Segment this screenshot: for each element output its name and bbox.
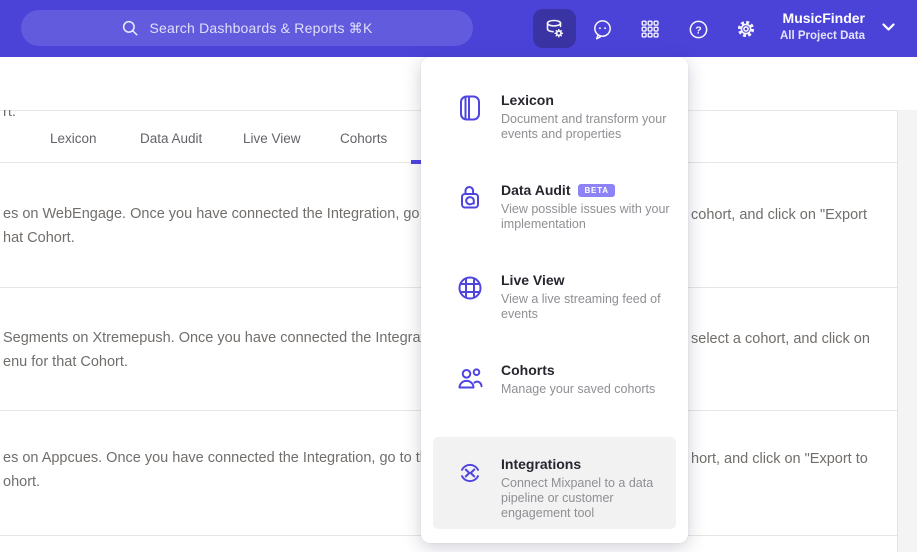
search-placeholder: Search Dashboards & Reports ⌘K	[149, 19, 373, 36]
menu-item-description: Connect Mixpanel to a data pipeline or c…	[501, 476, 654, 520]
scrollbar-gutter[interactable]	[897, 110, 917, 552]
menu-item-lexicon[interactable]: Lexicon Document and transform your even…	[421, 77, 688, 167]
menu-item-description: Manage your saved cohorts	[501, 382, 656, 396]
integration-row-text: hort, and click on "Export to	[691, 451, 868, 467]
menu-item-title: Lexicon	[501, 92, 554, 108]
menu-item-description: Document and transform your events and p…	[501, 112, 667, 141]
settings-button[interactable]	[728, 11, 764, 47]
navigation-dropdown-menu: Lexicon Document and transform your even…	[421, 57, 688, 543]
sync-arrows-icon	[461, 463, 479, 483]
apps-grid-icon	[641, 20, 659, 38]
search-icon	[123, 20, 138, 36]
data-settings-icon	[546, 19, 563, 38]
search-input[interactable]: Search Dashboards & Reports ⌘K	[21, 10, 473, 46]
integration-row-text: cohort, and click on "Export	[691, 207, 868, 223]
menu-item-title: Cohorts	[501, 362, 555, 378]
project-switcher[interactable]: MusicFinder All Project Data	[780, 10, 865, 43]
menu-item-title: Data Audit	[501, 182, 571, 198]
menu-item-live-view[interactable]: Live View View a live streaming feed of …	[421, 257, 688, 347]
project-name: MusicFinder	[782, 10, 865, 26]
menu-item-integrations[interactable]: Integrations Connect Mixpanel to a data …	[433, 437, 676, 529]
app-window: rt. es on WebEngage. Once you have conne…	[0, 0, 917, 552]
integration-row-text: enu for that Cohort.	[3, 354, 128, 370]
menu-item-data-audit[interactable]: Data Audit BETA View possible issues wit…	[421, 167, 688, 257]
feedback-button[interactable]	[584, 11, 620, 47]
help-button[interactable]: ?	[680, 11, 716, 47]
chevron-down-icon[interactable]	[882, 23, 895, 32]
tab-data-audit[interactable]: Data Audit	[140, 131, 202, 146]
top-navigation-bar: Search Dashboards & Reports ⌘K ? MusicFi…	[0, 0, 917, 57]
feedback-icon	[593, 19, 611, 39]
menu-item-description: View possible issues with your implement…	[501, 202, 670, 231]
data-settings-button[interactable]	[533, 9, 576, 48]
integration-row-text: hat Cohort.	[3, 230, 75, 246]
menu-item-description: View a live streaming feed of events	[501, 292, 661, 321]
lock-audit-icon	[461, 186, 479, 209]
svg-text:?: ?	[695, 24, 701, 36]
integration-row-text: es on Appcues. Once you have connected t…	[3, 450, 452, 466]
menu-item-title: Live View	[501, 272, 565, 288]
beta-badge: BETA	[578, 184, 615, 197]
tab-cohorts[interactable]: Cohorts	[340, 131, 387, 146]
help-icon: ?	[689, 20, 707, 38]
integration-row-text: select a cohort, and click on	[691, 331, 870, 347]
tab-lexicon[interactable]: Lexicon	[50, 131, 97, 146]
menu-item-cohorts[interactable]: Cohorts Manage your saved cohorts	[421, 347, 688, 437]
settings-gear-icon	[737, 20, 755, 38]
tab-live-view[interactable]: Live View	[243, 131, 301, 146]
apps-grid-button[interactable]	[632, 11, 668, 47]
integration-row-text: ohort.	[3, 474, 41, 490]
people-icon	[458, 368, 483, 389]
globe-icon	[458, 276, 482, 300]
menu-item-title: Integrations	[501, 456, 582, 472]
project-subtitle: All Project Data	[780, 30, 865, 42]
integration-row-text: Segments on Xtremepush. Once you have co…	[3, 330, 448, 346]
book-icon	[460, 95, 480, 121]
integration-row-text: es on WebEngage. Once you have connected…	[3, 206, 460, 222]
